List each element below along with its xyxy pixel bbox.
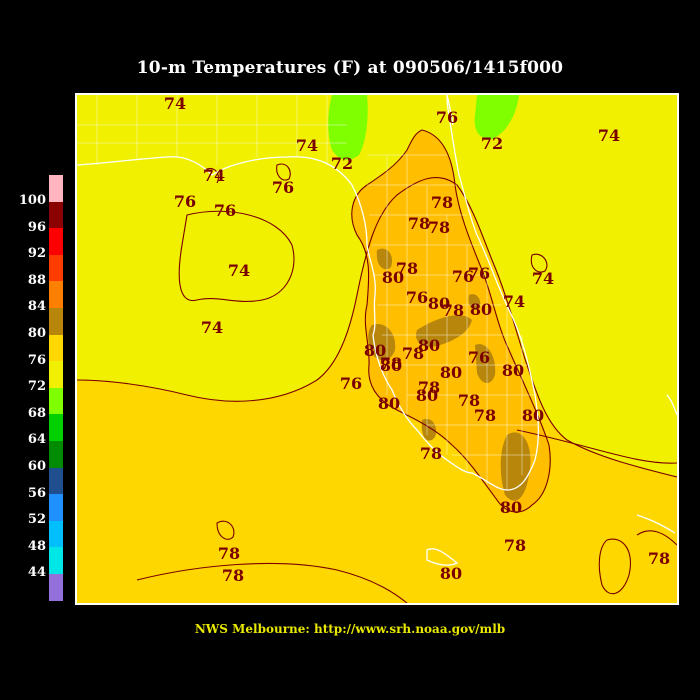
isotherm-label: 80: [380, 356, 402, 375]
legend-label: 88: [27, 272, 46, 288]
isotherm-label: 74: [203, 166, 225, 185]
legend-swatch: [49, 387, 63, 415]
isotherm-label: 76: [468, 348, 490, 367]
isotherm-label: 80: [470, 300, 492, 319]
legend-label: 56: [27, 485, 46, 501]
legend-swatch: [49, 467, 63, 495]
map-title: 10-m Temperatures (F) at 090506/1415f000: [136, 58, 564, 78]
legend-swatch: [49, 547, 63, 575]
legend-swatch: [49, 520, 63, 548]
temperature-map: 74 74 72 76 72 74 74 76 76 76 78 78 78 74 74 74 78 80 76 76…: [75, 93, 679, 605]
isotherm-label: 80: [522, 406, 544, 425]
isotherm-label: 80: [418, 336, 440, 355]
isotherm-label: 76: [406, 288, 428, 307]
legend-swatch: [49, 574, 63, 602]
legend-swatch: [49, 414, 63, 442]
legend-label: 96: [27, 219, 46, 235]
legend-label: 68: [27, 405, 46, 421]
isotherm-label: 78: [408, 214, 430, 233]
legend-label: 60: [27, 459, 46, 474]
source-credit: NWS Melbourne: http://www.srh.noaa.gov/m…: [194, 622, 506, 636]
legend-label: 44: [27, 565, 46, 581]
legend-label: 48: [27, 538, 46, 554]
isotherm-label: 80: [440, 564, 462, 583]
isotherm-label: 78: [420, 444, 442, 463]
isotherm-label: 80: [502, 361, 524, 380]
isotherm-label: 74: [296, 136, 318, 155]
isotherm-label: 76: [468, 264, 490, 283]
isotherm-label: 78: [431, 193, 453, 212]
isotherm-label: 80: [382, 268, 404, 287]
isotherm-label: 74: [201, 318, 223, 337]
isotherm-label: 76: [174, 192, 196, 211]
isotherm-label: 78: [218, 544, 240, 563]
isotherm-label: 72: [481, 134, 503, 153]
color-legend: 100 96 92 88 84 80 76 72 68 64 60 56 52 48 44: [0, 172, 70, 602]
legend-label: 80: [27, 326, 46, 341]
isotherm-label: 78: [648, 549, 670, 568]
isotherm-label: 74: [228, 261, 250, 280]
isotherm-label: 80: [500, 498, 522, 517]
legend-swatch: [49, 281, 63, 309]
legend-label: 52: [27, 512, 46, 528]
isotherm-label: 80: [378, 394, 400, 413]
isotherm-label: 78: [474, 406, 496, 425]
legend-swatch: [49, 228, 63, 256]
legend-swatch: [49, 441, 63, 469]
legend-label: 76: [27, 352, 46, 368]
isotherm-label: 78: [442, 301, 464, 320]
legend-label: 84: [27, 299, 46, 315]
legend-label: 72: [27, 379, 46, 395]
isotherm-label: 80: [416, 386, 438, 405]
legend-label: 100: [18, 193, 46, 208]
legend-swatch: [49, 201, 63, 229]
legend-swatch: [49, 175, 63, 203]
isotherm-label: 74: [598, 126, 620, 145]
isotherm-label: 78: [222, 566, 244, 585]
map-canvas: 7474727672 7474767676 7878787474747880 7676…: [77, 95, 677, 603]
isotherm-label: 76: [436, 108, 458, 127]
legend-swatch: [49, 494, 63, 522]
isotherm-label: 72: [331, 154, 353, 173]
legend-label: 92: [27, 246, 46, 262]
isotherm-label: 76: [272, 178, 294, 197]
isotherm-label: 74: [532, 269, 554, 288]
legend-swatch: [49, 334, 63, 362]
isotherm-label: 74: [503, 292, 525, 311]
isotherm-label: 78: [504, 536, 526, 555]
isotherm-label: 78: [428, 218, 450, 237]
legend-swatch: [49, 308, 63, 336]
legend-swatch: [49, 254, 63, 282]
isotherm-label: 76: [340, 374, 362, 393]
legend-swatch: [49, 361, 63, 389]
isotherm-label: 80: [440, 363, 462, 382]
legend-label: 64: [27, 432, 46, 448]
isotherm-label: 76: [214, 201, 236, 220]
isotherm-label: 74: [164, 95, 186, 113]
